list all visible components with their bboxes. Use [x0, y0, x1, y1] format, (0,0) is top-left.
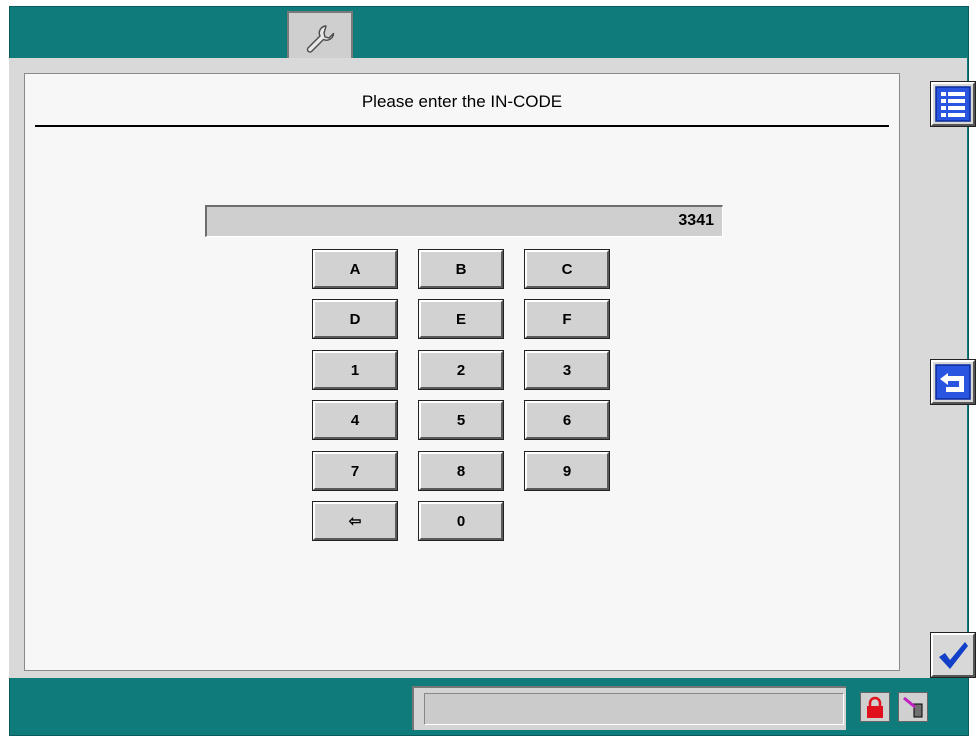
code-entry-panel: Please enter the IN-CODE 3341 ABC DEF 123 4…	[24, 73, 900, 671]
key-3[interactable]: 3	[525, 351, 609, 389]
key-e[interactable]: E	[419, 300, 503, 338]
tab-tools[interactable]	[287, 11, 353, 65]
lock-indicator[interactable]	[860, 692, 890, 722]
back-button[interactable]	[931, 360, 975, 404]
connection-indicator[interactable]	[898, 692, 928, 722]
confirm-button[interactable]	[931, 633, 975, 677]
cable-connector-icon	[903, 696, 923, 718]
key-9[interactable]: 9	[525, 452, 609, 490]
title-divider	[35, 125, 889, 127]
key-d[interactable]: D	[313, 300, 397, 338]
key-1[interactable]: 1	[313, 351, 397, 389]
key-5[interactable]: 5	[419, 401, 503, 439]
list-menu-icon	[935, 86, 971, 122]
key-7[interactable]: 7	[313, 452, 397, 490]
return-arrow-icon	[935, 364, 971, 400]
key-8[interactable]: 8	[419, 452, 503, 490]
key-0[interactable]: 0	[419, 502, 503, 540]
status-message-field	[424, 693, 844, 725]
code-input-display[interactable]: 3341	[205, 205, 723, 237]
menu-button[interactable]	[931, 82, 975, 126]
checkmark-icon	[939, 642, 968, 669]
key-f[interactable]: F	[525, 300, 609, 338]
key-b[interactable]: B	[419, 250, 503, 288]
padlock-icon	[867, 696, 883, 718]
key-a[interactable]: A	[313, 250, 397, 288]
page-title: Please enter the IN-CODE	[361, 92, 563, 111]
key-6[interactable]: 6	[525, 401, 609, 439]
key-backspace[interactable]: ⇦	[313, 502, 397, 540]
key-c[interactable]: C	[525, 250, 609, 288]
key-2[interactable]: 2	[419, 351, 503, 389]
wrench-icon	[306, 25, 335, 53]
key-4[interactable]: 4	[313, 401, 397, 439]
